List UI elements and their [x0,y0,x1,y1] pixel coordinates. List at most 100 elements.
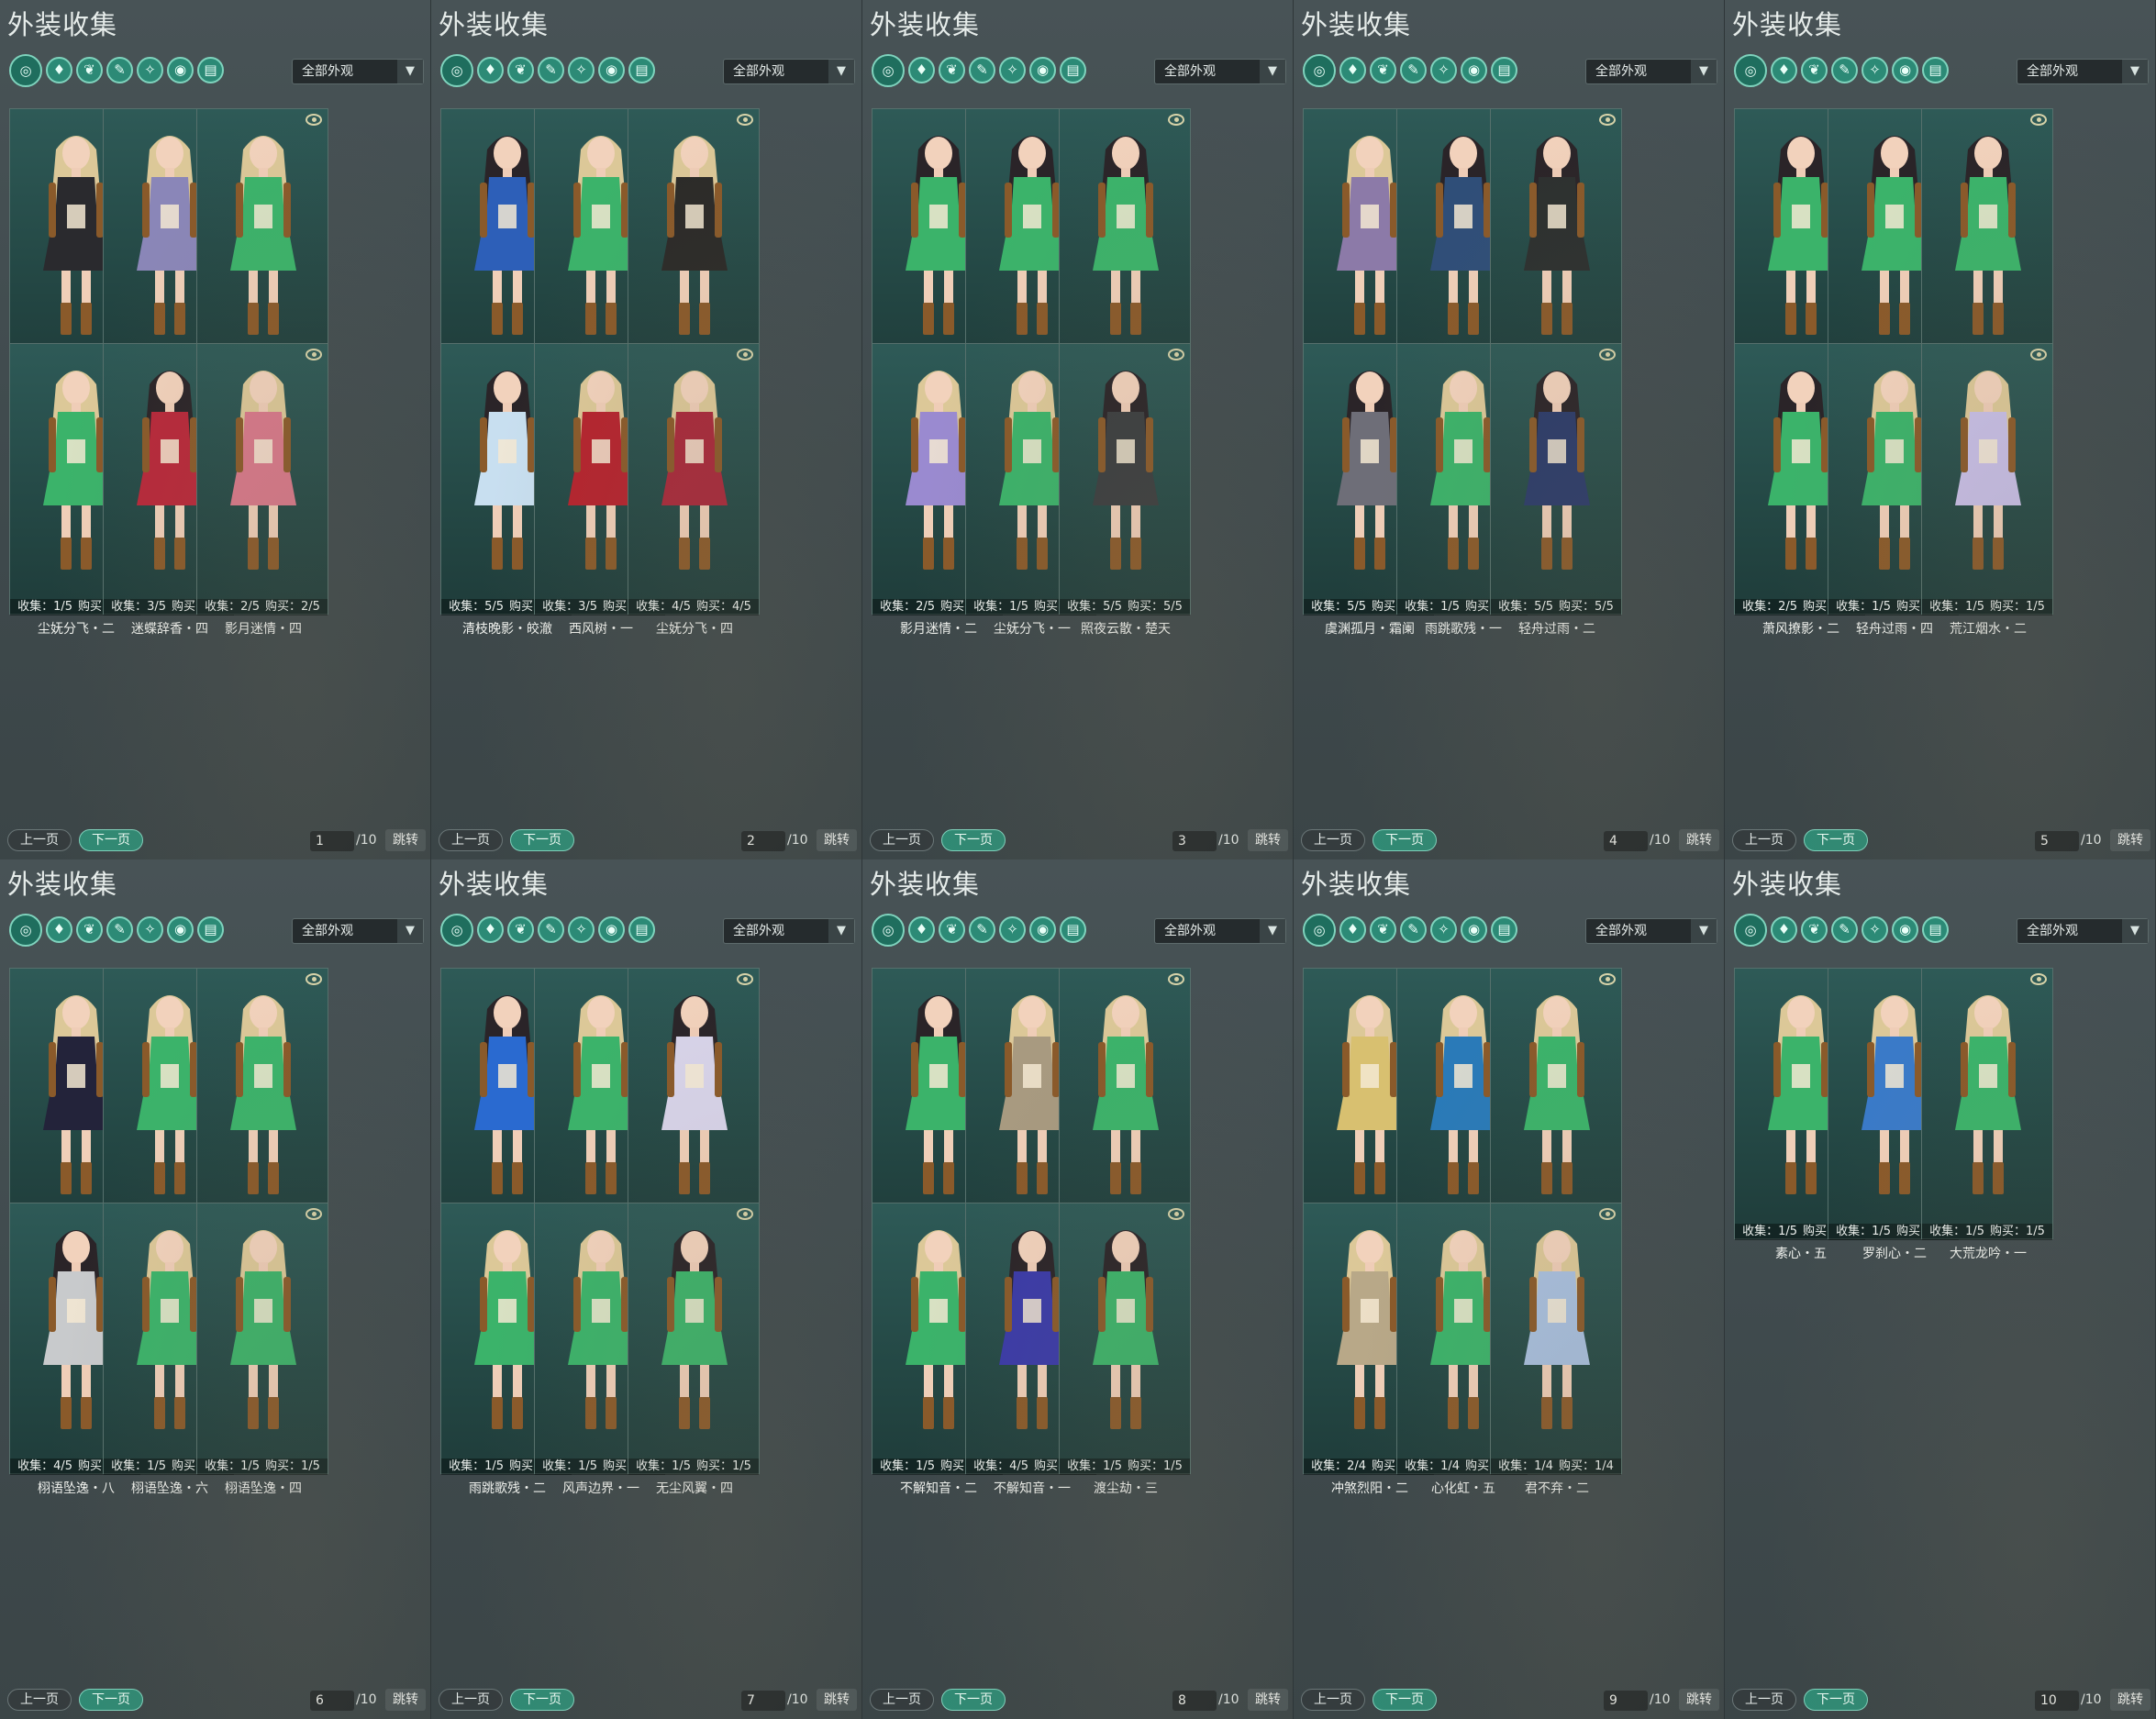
mask-icon[interactable]: ◉ [1029,916,1056,943]
page-number-input[interactable]: 9 [1604,1691,1648,1711]
outfit-card[interactable]: 收集：1/5 购买：1/5 无尘风翼・四 [628,1203,760,1496]
top-icon[interactable]: ♦ [477,916,504,943]
outfit-filter-dropdown[interactable]: 全部外观 ▼ [723,918,855,944]
pants-icon[interactable]: ▤ [1060,57,1086,83]
mask-icon[interactable]: ◉ [598,916,625,943]
outfit-filter-dropdown[interactable]: 全部外观 ▼ [292,59,424,84]
hair-icon[interactable]: ❦ [1370,916,1396,943]
outfit-card[interactable]: 收集：1/5购买：1/5清素国・一 [628,108,760,402]
shoe-icon[interactable]: ✧ [137,57,163,83]
pants-icon[interactable]: ▤ [628,57,655,83]
shoe-icon[interactable]: ✧ [1430,916,1457,943]
next-page-button[interactable]: 下一页 [1804,829,1868,851]
outfit-card[interactable]: 收集：1/5购买：1/5尘妩分飞・三 [196,108,328,402]
all-outfits-icon[interactable]: ◎ [9,914,42,947]
all-outfits-icon[interactable]: ◎ [1734,54,1767,87]
top-icon[interactable]: ♦ [46,57,72,83]
weapon-icon[interactable]: ✎ [969,916,995,943]
jump-button[interactable]: 跳转 [385,829,426,851]
prev-page-button[interactable]: 上一页 [439,829,503,851]
weapon-icon[interactable]: ✎ [1400,916,1427,943]
jump-button[interactable]: 跳转 [817,1689,857,1711]
hair-icon[interactable]: ❦ [507,57,534,83]
shoe-icon[interactable]: ✧ [568,57,595,83]
outfit-card[interactable]: 收集：5/5购买：5/5沧阳沉歌・玄月 [1490,108,1622,402]
pants-icon[interactable]: ▤ [197,57,224,83]
top-icon[interactable]: ♦ [908,57,935,83]
all-outfits-icon[interactable]: ◎ [440,914,473,947]
page-number-input[interactable]: 8 [1172,1691,1217,1711]
outfit-filter-dropdown[interactable]: 全部外观 ▼ [723,59,855,84]
all-outfits-icon[interactable]: ◎ [1303,54,1336,87]
top-icon[interactable]: ♦ [46,916,72,943]
outfit-filter-dropdown[interactable]: 全部外观 ▼ [1585,59,1717,84]
shoe-icon[interactable]: ✧ [137,916,163,943]
jump-button[interactable]: 跳转 [1248,1689,1288,1711]
prev-page-button[interactable]: 上一页 [1301,829,1365,851]
prev-page-button[interactable]: 上一页 [1732,829,1796,851]
prev-page-button[interactable]: 上一页 [7,1689,72,1711]
next-page-button[interactable]: 下一页 [510,1689,574,1711]
pants-icon[interactable]: ▤ [1491,57,1517,83]
weapon-icon[interactable]: ✎ [1400,57,1427,83]
shoe-icon[interactable]: ✧ [1430,57,1457,83]
outfit-card[interactable]: 收集：1/5 购买：1/5 大荒龙吟・一 [1921,968,2053,1261]
mask-icon[interactable]: ◉ [167,57,194,83]
jump-button[interactable]: 跳转 [1248,829,1288,851]
shoe-icon[interactable]: ✧ [999,916,1026,943]
mask-icon[interactable]: ◉ [167,916,194,943]
top-icon[interactable]: ♦ [1771,916,1797,943]
mask-icon[interactable]: ◉ [1461,57,1487,83]
prev-page-button[interactable]: 上一页 [7,829,72,851]
hair-icon[interactable]: ❦ [1801,57,1828,83]
page-number-input[interactable]: 4 [1604,831,1648,851]
mask-icon[interactable]: ◉ [1892,916,1918,943]
page-number-input[interactable]: 10 [2035,1691,2079,1711]
outfit-card[interactable]: 收集：5/5 购买：5/5 轻舟过雨・二 [1490,343,1622,637]
page-number-input[interactable]: 2 [741,831,785,851]
top-icon[interactable]: ♦ [908,916,935,943]
next-page-button[interactable]: 下一页 [941,1689,1006,1711]
outfit-filter-dropdown[interactable]: 全部外观 ▼ [1154,918,1286,944]
top-icon[interactable]: ♦ [1771,57,1797,83]
top-icon[interactable]: ♦ [477,57,504,83]
next-page-button[interactable]: 下一页 [79,829,143,851]
outfit-card[interactable]: 收集：4/5 购买：4/5 尘妩分飞・四 [628,343,760,637]
all-outfits-icon[interactable]: ◎ [9,54,42,87]
next-page-button[interactable]: 下一页 [1373,1689,1437,1711]
page-number-input[interactable]: 3 [1172,831,1217,851]
weapon-icon[interactable]: ✎ [1831,57,1858,83]
shoe-icon[interactable]: ✧ [1861,57,1888,83]
hair-icon[interactable]: ❦ [76,57,103,83]
jump-button[interactable]: 跳转 [2110,1689,2150,1711]
prev-page-button[interactable]: 上一页 [870,829,934,851]
prev-page-button[interactable]: 上一页 [1301,1689,1365,1711]
mask-icon[interactable]: ◉ [1892,57,1918,83]
outfit-filter-dropdown[interactable]: 全部外观 ▼ [2017,59,2149,84]
weapon-icon[interactable]: ✎ [969,57,995,83]
next-page-button[interactable]: 下一页 [1373,829,1437,851]
jump-button[interactable]: 跳转 [817,829,857,851]
outfit-card[interactable]: 收集：1/5购买：1/5萧风撩影・三 [1921,108,2053,402]
outfit-card[interactable]: 收集：1/5 购买：1/5 荒江烟水・二 [1921,343,2053,637]
shoe-icon[interactable]: ✧ [1861,916,1888,943]
all-outfits-icon[interactable]: ◎ [1303,914,1336,947]
hair-icon[interactable]: ❦ [1801,916,1828,943]
next-page-button[interactable]: 下一页 [79,1689,143,1711]
outfit-filter-dropdown[interactable]: 全部外观 ▼ [2017,918,2149,944]
prev-page-button[interactable]: 上一页 [870,1689,934,1711]
jump-button[interactable]: 跳转 [385,1689,426,1711]
all-outfits-icon[interactable]: ◎ [872,914,905,947]
hair-icon[interactable]: ❦ [939,916,965,943]
mask-icon[interactable]: ◉ [1461,916,1487,943]
weapon-icon[interactable]: ✎ [106,916,133,943]
outfit-card[interactable]: 收集：1/5购买：1/5玉水明风・一 [1059,108,1191,402]
outfit-card[interactable]: 收集：1/4购买：1/4大气东来・五 [1490,968,1622,1261]
top-icon[interactable]: ♦ [1339,57,1366,83]
jump-button[interactable]: 跳转 [2110,829,2150,851]
hair-icon[interactable]: ❦ [76,916,103,943]
shoe-icon[interactable]: ✧ [999,57,1026,83]
page-number-input[interactable]: 1 [310,831,354,851]
weapon-icon[interactable]: ✎ [538,916,564,943]
outfit-card[interactable]: 收集：1/5 购买：1/5 栩语坠逸・四 [196,1203,328,1496]
